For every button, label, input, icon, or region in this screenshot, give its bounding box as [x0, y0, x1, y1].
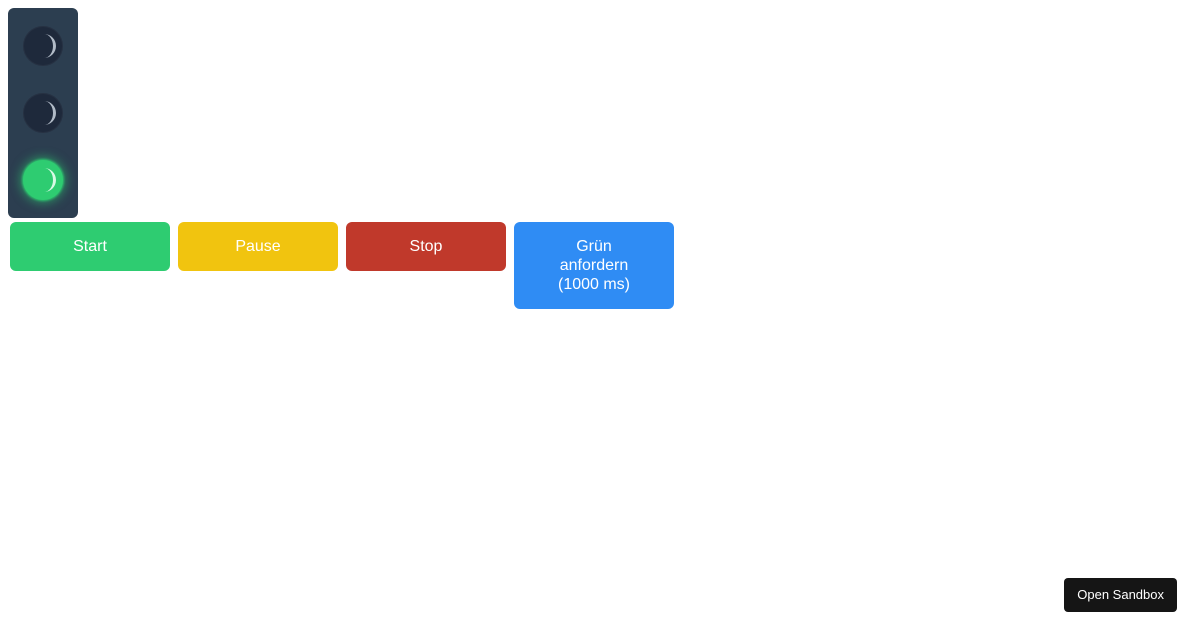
request-green-button[interactable]: Grün anfordern (1000 ms) [514, 222, 674, 309]
start-button[interactable]: Start [10, 222, 170, 271]
traffic-light [8, 8, 78, 218]
crescent-moon-icon [44, 34, 56, 58]
crescent-moon-icon [44, 168, 56, 192]
yellow-lamp [23, 93, 63, 133]
red-lamp [23, 26, 63, 66]
crescent-moon-icon [44, 101, 56, 125]
pause-button[interactable]: Pause [178, 222, 338, 271]
stop-button[interactable]: Stop [346, 222, 506, 271]
green-lamp [23, 160, 63, 200]
open-sandbox-button[interactable]: Open Sandbox [1064, 578, 1177, 612]
